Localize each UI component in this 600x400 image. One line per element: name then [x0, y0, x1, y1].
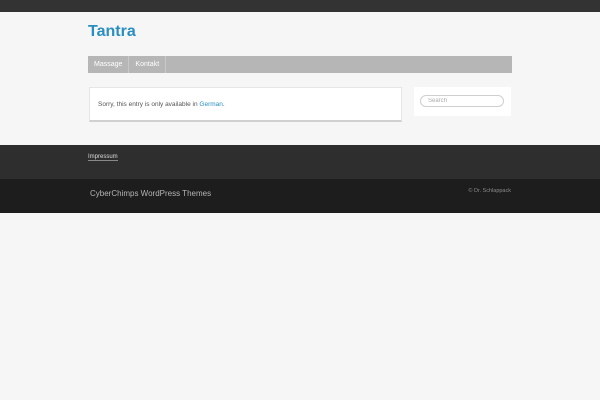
nav-item-massage[interactable]: Massage	[88, 56, 130, 73]
german-link[interactable]: German	[199, 101, 222, 108]
impressum-link[interactable]: Impressum	[88, 154, 118, 161]
language-notice: Sorry, this entry is only available in G…	[98, 101, 225, 108]
footer-bottom: CyberChimps WordPress Themes © Dr. Schla…	[0, 179, 600, 213]
content-box: Sorry, this entry is only available in G…	[89, 87, 402, 122]
site-title[interactable]: Tantra	[88, 23, 136, 41]
footer-widgets: Impressum	[0, 145, 600, 179]
notice-suffix: .	[222, 101, 225, 108]
search-input[interactable]	[420, 95, 504, 107]
top-bar	[0, 0, 600, 12]
nav-item-kontakt[interactable]: Kontakt	[129, 56, 167, 73]
copyright-text: © Dr. Schlappack	[468, 188, 511, 194]
notice-text: Sorry, this entry is only available in	[98, 101, 200, 108]
sidebar-search-widget	[414, 87, 511, 116]
main-nav: Massage Kontakt	[88, 56, 512, 73]
theme-credit-link[interactable]: CyberChimps WordPress Themes	[90, 189, 211, 198]
